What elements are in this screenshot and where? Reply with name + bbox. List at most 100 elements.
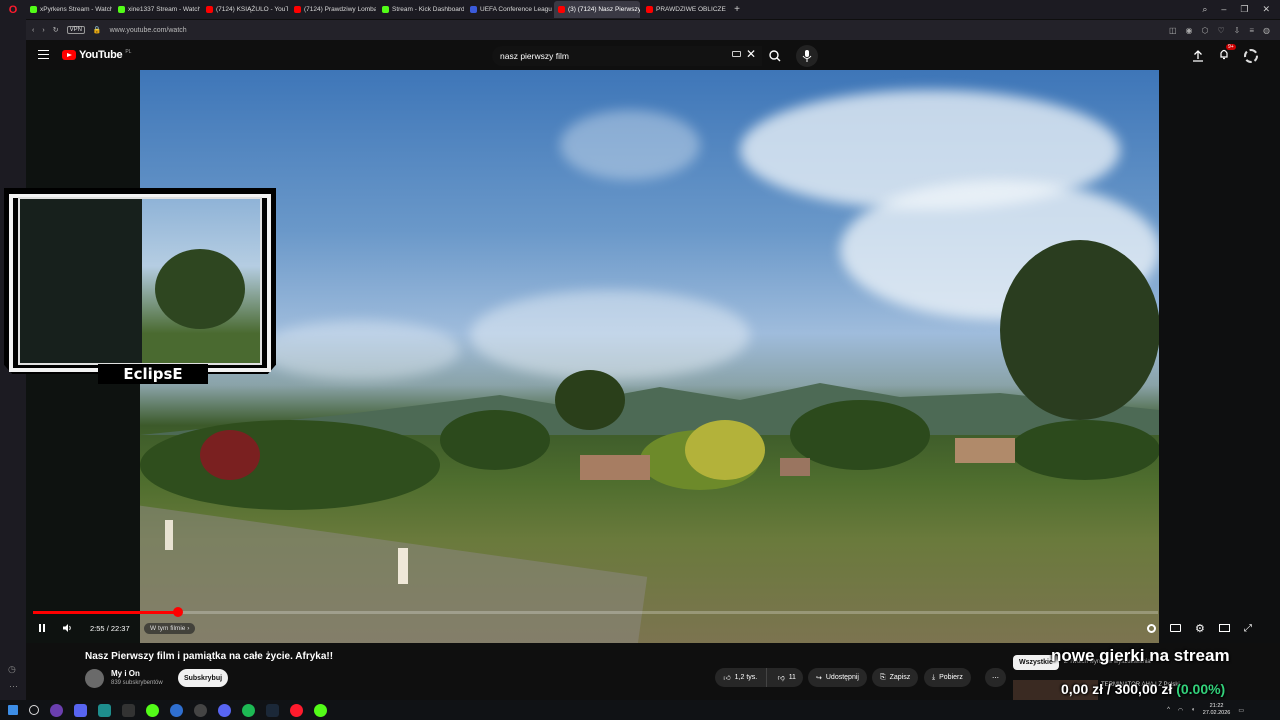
tab-favicon-icon (558, 6, 565, 13)
history-icon[interactable]: ◷ (8, 664, 16, 675)
notifications-button[interactable]: 9+ (1218, 44, 1236, 65)
app-globe-icon[interactable] (170, 703, 183, 717)
minimize-button[interactable]: – (1221, 4, 1226, 15)
youtube-play-icon (62, 50, 76, 60)
tab-favicon-icon (206, 6, 213, 13)
keyboard-icon[interactable] (732, 51, 741, 57)
goal-current: 0,00 zł (1061, 681, 1104, 697)
stream-goal-headline: nowe gierki na stream (1051, 646, 1230, 665)
youtube-logo[interactable]: YouTube PL (62, 49, 131, 61)
browser-tab[interactable]: PRAWDZIWE OBLICZE GU (642, 1, 728, 18)
subscribe-button[interactable]: Subskrybuj (178, 669, 228, 687)
app-purple-icon[interactable] (50, 703, 63, 717)
tab-favicon-icon (294, 6, 301, 13)
search-icon (769, 50, 781, 62)
close-window-button[interactable]: ✕ (1262, 4, 1270, 15)
volume-button[interactable] (62, 621, 73, 635)
camera-icon[interactable]: ◉ (1186, 26, 1193, 35)
vpn-badge[interactable]: VPN (66, 26, 85, 34)
address-bar: ‹ › ↻ VPN 🔒 www.youtube.com/watch ◫ ◉ ⬡ … (26, 20, 1280, 40)
thumbs-down-icon: 👎︎ (777, 675, 785, 682)
share-button[interactable]: ↪ Udostępnij (808, 668, 867, 687)
subtitles-icon[interactable] (1170, 624, 1181, 632)
tab-search-icon[interactable]: ⌕ (1202, 4, 1207, 15)
dislike-button[interactable]: 👎︎ 11 (771, 673, 803, 682)
tab-label: xine1337 Stream - Watch (128, 6, 200, 13)
opera-taskbar-icon[interactable] (290, 703, 303, 717)
menu-icon[interactable]: ≡ (1249, 26, 1254, 35)
tab-label: UEFA Conference League (480, 6, 552, 13)
subscriber-count: 839 subskrybentów (111, 680, 163, 686)
browser-tab[interactable]: xine1337 Stream - Watch (114, 1, 200, 18)
chapter-button[interactable]: W tym filmie › (144, 621, 196, 635)
pause-button[interactable] (37, 621, 47, 635)
app-circle-icon[interactable] (194, 703, 207, 717)
new-tab-button[interactable]: + (730, 4, 744, 15)
goal-target: 300,00 zł (1114, 681, 1173, 697)
clear-search-icon[interactable]: ✕ (746, 47, 756, 61)
like-button[interactable]: 👍︎ 1,2 tys. (715, 668, 767, 687)
maximize-button[interactable]: ❐ (1240, 4, 1248, 15)
search-input[interactable]: nasz pierwszy film (492, 46, 762, 66)
browser-tab-strip: O xPyrkens Stream - Watch xine1337 Stream… (0, 0, 1280, 19)
more-icon[interactable]: ⋯ (9, 681, 18, 692)
channel-name[interactable]: My i On (111, 669, 140, 678)
progress-bar[interactable] (33, 607, 1158, 617)
search-button[interactable] (764, 46, 786, 66)
steam-icon[interactable] (266, 703, 279, 717)
shield-icon[interactable]: ⬡ (1201, 26, 1208, 35)
time-total: 22:37 (110, 623, 130, 633)
start-windows-icon[interactable] (8, 705, 18, 715)
voice-search-button[interactable] (796, 45, 818, 67)
epic-games-icon[interactable] (122, 703, 135, 717)
autoplay-toggle-icon[interactable] (1147, 623, 1156, 633)
channel-avatar[interactable] (85, 669, 104, 688)
clock-date: 27.02.2026 (1202, 710, 1231, 716)
settings-gear-icon[interactable]: ⚙ (1195, 622, 1205, 635)
webcam-feed (18, 197, 262, 365)
browser-tab[interactable]: (7124) Prawdziwy Lombar (290, 1, 376, 18)
tab-label: (7124) Prawdziwy Lombar (304, 6, 376, 13)
account-avatar[interactable] (1244, 49, 1258, 63)
speaker-icon[interactable]: ◖ (1191, 707, 1195, 713)
download-icon[interactable]: ⇩ (1234, 26, 1241, 35)
back-icon[interactable]: ‹ (32, 27, 34, 34)
forward-icon[interactable]: › (42, 27, 44, 34)
extension-icon[interactable]: ◫ (1169, 26, 1177, 35)
webcam-overlay: EclipsE (4, 188, 276, 386)
app-blue-icon[interactable] (74, 703, 87, 717)
notifications-tray-icon[interactable]: ▭ (1238, 707, 1244, 714)
goal-separator: / (1106, 681, 1111, 697)
fullscreen-icon[interactable]: ⤢ (1244, 623, 1252, 634)
upload-icon[interactable] (1192, 50, 1204, 62)
download-button[interactable]: ⤓ Pobierz (924, 668, 971, 687)
youtube-header: YouTube PL nasz pierwszy film ✕ 9+ (26, 41, 1280, 70)
browser-tab[interactable]: (7124) KSIĄŻULO - YouTu (202, 1, 288, 18)
kick-icon[interactable] (146, 703, 159, 717)
tab-label: (3) (7124) Nasz Pierwszy (568, 6, 640, 13)
browser-tab[interactable]: Stream - Kick Dashboard (378, 1, 464, 18)
wifi-icon[interactable]: ◠ (1178, 707, 1183, 714)
volume-icon (63, 624, 71, 632)
discord-icon[interactable] (218, 703, 231, 717)
tray-chevron-icon[interactable]: ^ (1167, 707, 1170, 713)
like-count: 1,2 tys. (734, 674, 758, 681)
save-button[interactable]: ⎘ Zapisz (872, 668, 919, 687)
bookmark-icon[interactable]: ♡ (1217, 26, 1224, 35)
browser-tab[interactable]: UEFA Conference League (466, 1, 552, 18)
reload-icon[interactable]: ↻ (53, 26, 59, 34)
video-frame[interactable] (140, 70, 1159, 643)
more-actions-button[interactable]: ⋯ (985, 668, 1006, 687)
miniplayer-icon[interactable] (1218, 624, 1230, 632)
kick-app-icon[interactable] (314, 703, 327, 717)
opera-logo-icon[interactable]: O (0, 0, 26, 19)
search-taskbar-icon[interactable] (29, 705, 39, 715)
browser-tab[interactable]: (3) (7124) Nasz Pierwszy (554, 1, 640, 18)
url-field[interactable]: www.youtube.com/watch (110, 27, 187, 34)
clock[interactable]: 21:22 27.02.2026 (1203, 703, 1231, 717)
spotify-icon[interactable] (242, 703, 255, 717)
profile-icon[interactable]: ◍ (1263, 26, 1270, 35)
hamburger-menu-icon[interactable] (38, 50, 49, 59)
browser-tab[interactable]: xPyrkens Stream - Watch (26, 1, 112, 18)
app-teal-icon[interactable] (98, 703, 111, 717)
